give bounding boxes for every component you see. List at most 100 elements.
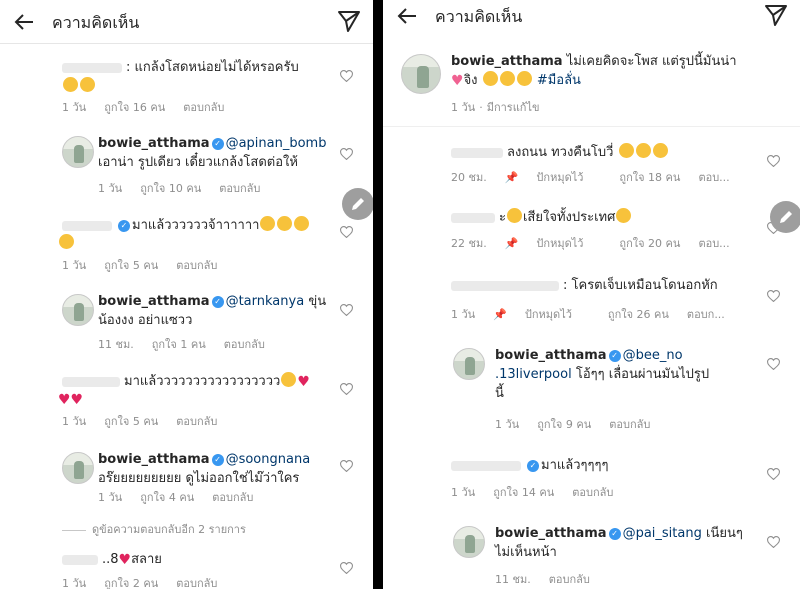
mention-link[interactable]: @pai_sitang <box>623 526 702 541</box>
blurred-username <box>62 376 120 387</box>
comment-text: : โครตเจ็บเหมือนโดนอกหัก <box>563 278 718 293</box>
heart-icon[interactable] <box>767 155 780 167</box>
caption-text-2: จิง <box>463 73 478 88</box>
blurred-username <box>62 62 122 73</box>
mention-link[interactable]: @apinan_bomb <box>226 136 327 151</box>
like-count[interactable]: ถูกใจ 9 คน <box>537 418 591 431</box>
username[interactable]: bowie_atthama <box>98 294 210 309</box>
heart-icon[interactable] <box>340 148 353 160</box>
like-count[interactable]: ถูกใจ 14 คน <box>493 486 554 499</box>
reply-button[interactable]: ตอบก... <box>687 308 725 321</box>
emoji <box>652 143 668 158</box>
mention-link[interactable]: @tarnkanya <box>226 294 305 309</box>
comment-time: 1 วัน <box>98 182 123 195</box>
like-count[interactable]: ถูกใจ 1 คน <box>152 338 206 351</box>
username[interactable]: bowie_atthama <box>495 526 607 541</box>
like-count[interactable]: ถูกใจ 20 คน <box>619 237 680 250</box>
heart-icon[interactable] <box>340 562 353 574</box>
heart-icon[interactable] <box>340 226 353 238</box>
heart-icon[interactable] <box>340 383 353 395</box>
reply-button[interactable]: ตอบกลับ <box>219 182 260 195</box>
blurred-username <box>451 212 495 223</box>
caption-text: ไม่เคยคิดจะโพส แต่รูปนี้มันน่า <box>566 54 737 69</box>
back-arrow-icon[interactable] <box>395 4 419 28</box>
reply-button[interactable]: ตอบกลับ <box>224 338 265 351</box>
avatar[interactable] <box>453 526 485 558</box>
reply-button[interactable]: ตอบกลับ <box>176 259 217 272</box>
username[interactable]: bowie_atthama <box>98 452 210 467</box>
comment-time: 1 วัน <box>62 415 87 428</box>
comment-text: นี้ <box>495 386 504 401</box>
hashtag-link[interactable]: #มือลั่น <box>537 73 581 88</box>
like-count[interactable]: ถูกใจ 10 คน <box>140 182 201 195</box>
page-title: ความคิดเห็น <box>52 13 140 32</box>
heart-icon[interactable] <box>340 304 353 316</box>
comment-time: 11 ชม. <box>495 573 531 586</box>
like-count[interactable]: ถูกใจ 5 คน <box>104 259 158 272</box>
comment-text: อร๊ยยยยยยยยย ดูไม่ออกใช่ไม๊ว่าใคร <box>98 471 300 486</box>
comment-text: มาแล้ววววววจ้าาาาาา <box>132 218 260 233</box>
comment-text: : แกล้งโสดหน่อยไม่ได้หรอครับ <box>126 60 299 75</box>
reply-button[interactable]: ตอบกลับ <box>212 491 253 504</box>
heart-icon[interactable] <box>767 536 780 548</box>
comment-time: 1 วัน <box>495 418 520 431</box>
like-count[interactable]: ถูกใจ 4 คน <box>140 491 194 504</box>
like-count[interactable]: ถูกใจ 2 คน <box>104 577 158 589</box>
send-icon[interactable] <box>337 9 361 33</box>
comment-time: 1 วัน <box>451 486 476 499</box>
avatar[interactable] <box>62 294 94 326</box>
emoji <box>80 77 95 92</box>
header-bar: ความคิดเห็น <box>383 0 800 44</box>
heart-icon[interactable] <box>767 358 780 370</box>
emoji <box>281 372 297 387</box>
reply-button[interactable]: ตอบกลับ <box>183 101 224 114</box>
reply-button[interactable]: ตอบกลับ <box>609 418 650 431</box>
comment-time: 1 วัน <box>98 491 123 504</box>
divider <box>383 126 800 127</box>
comment-time: 1 วัน <box>62 259 87 272</box>
comment-time: 20 ชม. <box>451 171 487 184</box>
verified-badge-icon: ✓ <box>118 220 130 232</box>
reply-button[interactable]: ตอบ... <box>698 237 729 250</box>
like-count[interactable]: ถูกใจ 18 คน <box>619 171 680 184</box>
mention-link[interactable]: @soongnana <box>226 452 311 467</box>
emoji <box>499 71 515 86</box>
comment-time: 11 ชม. <box>98 338 134 351</box>
view-more-replies[interactable]: ดูข้อความตอบกลับอีก 2 รายการ <box>62 520 246 538</box>
reply-button[interactable]: ตอบกลับ <box>549 573 590 586</box>
right-comments-screen: ความคิดเห็น bowie_atthama ไม่เคยคิดจะโพส… <box>383 0 800 589</box>
edit-fab-button[interactable] <box>770 201 800 233</box>
heart-icon[interactable] <box>767 290 780 302</box>
pin-icon: 📌 <box>504 237 519 250</box>
reply-button[interactable]: ตอบกลับ <box>176 577 217 589</box>
mention-link[interactable]: @bee_no <box>623 348 683 363</box>
like-count[interactable]: ถูกใจ 16 คน <box>104 101 165 114</box>
like-count[interactable]: ถูกใจ 26 คน <box>608 308 669 321</box>
username[interactable]: bowie_atthama <box>495 348 607 363</box>
comment-text: ลงถนน ทวงคืนโบวี่ <box>507 145 614 160</box>
emoji <box>516 71 532 86</box>
username[interactable]: bowie_atthama <box>98 136 210 151</box>
username[interactable]: bowie_atthama <box>451 54 563 69</box>
red-heart-emoji: ♥ <box>297 374 310 390</box>
comment-text-prefix: ..8 <box>102 552 119 567</box>
divider <box>62 529 86 531</box>
heart-icon[interactable] <box>767 468 780 480</box>
red-heart-emoji: ♥ <box>118 552 132 568</box>
heart-icon[interactable] <box>340 70 353 82</box>
reply-button[interactable]: ตอบกลับ <box>572 486 613 499</box>
comment-text-inline: โอ้ๆๆ เลื่อนผ่านมันไปรูป <box>575 367 710 382</box>
back-arrow-icon[interactable] <box>12 10 36 34</box>
avatar[interactable] <box>62 136 94 168</box>
reply-button[interactable]: ตอบ... <box>698 171 729 184</box>
avatar[interactable] <box>453 348 485 380</box>
avatar[interactable] <box>401 54 441 94</box>
heart-icon[interactable] <box>340 460 353 472</box>
mention-link-cont[interactable]: .13liverpool <box>495 367 572 382</box>
avatar[interactable] <box>62 452 94 484</box>
like-count[interactable]: ถูกใจ 5 คน <box>104 415 158 428</box>
comment-text: สลาย <box>131 552 162 567</box>
edit-fab-button[interactable] <box>342 188 373 220</box>
send-icon[interactable] <box>764 3 788 27</box>
reply-button[interactable]: ตอบกลับ <box>176 415 217 428</box>
